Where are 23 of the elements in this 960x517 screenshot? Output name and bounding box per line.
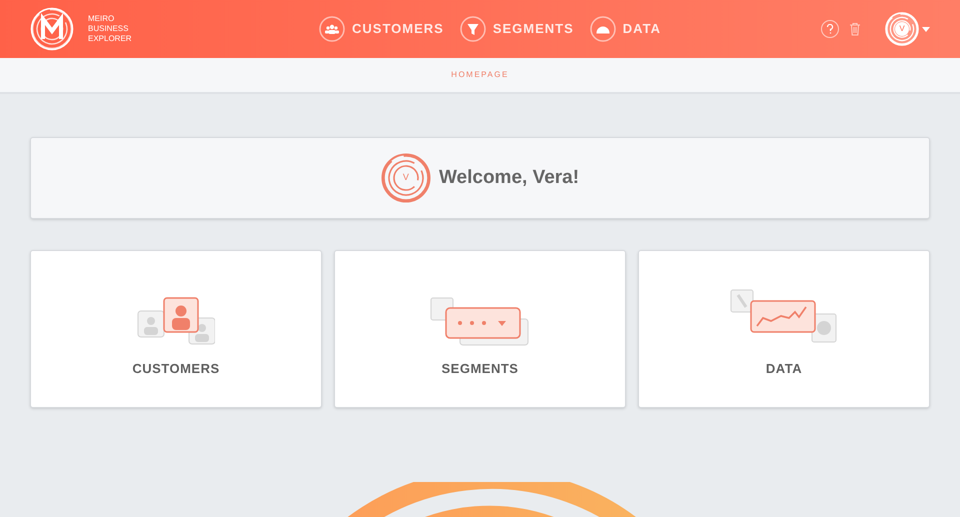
- card-label: DATA: [766, 360, 802, 378]
- gauge-icon: [590, 16, 616, 42]
- nav-link[interactable]: CUSTOMERS: [319, 16, 444, 42]
- help-icon: [826, 24, 834, 34]
- logo-text: MEIRO: [88, 14, 116, 24]
- section-card[interactable]: DATA: [638, 250, 930, 408]
- card-label: SEGMENTS: [442, 360, 518, 378]
- trash-icon[interactable]: [849, 22, 861, 36]
- filter-icon: [460, 16, 486, 42]
- nav-link[interactable]: SEGMENTS: [460, 16, 574, 42]
- section-card[interactable]: CUSTOMERS: [30, 250, 322, 408]
- logo-text: EXPLORER: [88, 34, 132, 44]
- logo-icon: [30, 7, 74, 51]
- breadcrumb[interactable]: HOMEPAGE: [451, 69, 509, 81]
- card-label: CUSTOMERS: [132, 360, 220, 378]
- nav-link[interactable]: DATA: [590, 16, 661, 42]
- help-button[interactable]: [821, 20, 839, 38]
- user-avatar: V: [380, 153, 431, 203]
- logo-text: BUSINESS: [88, 24, 130, 34]
- section-card[interactable]: SEGMENTS: [334, 250, 626, 408]
- people-icon: [319, 16, 345, 42]
- welcome-message: Welcome, Vera!: [438, 166, 580, 190]
- caret-icon: [922, 26, 930, 32]
